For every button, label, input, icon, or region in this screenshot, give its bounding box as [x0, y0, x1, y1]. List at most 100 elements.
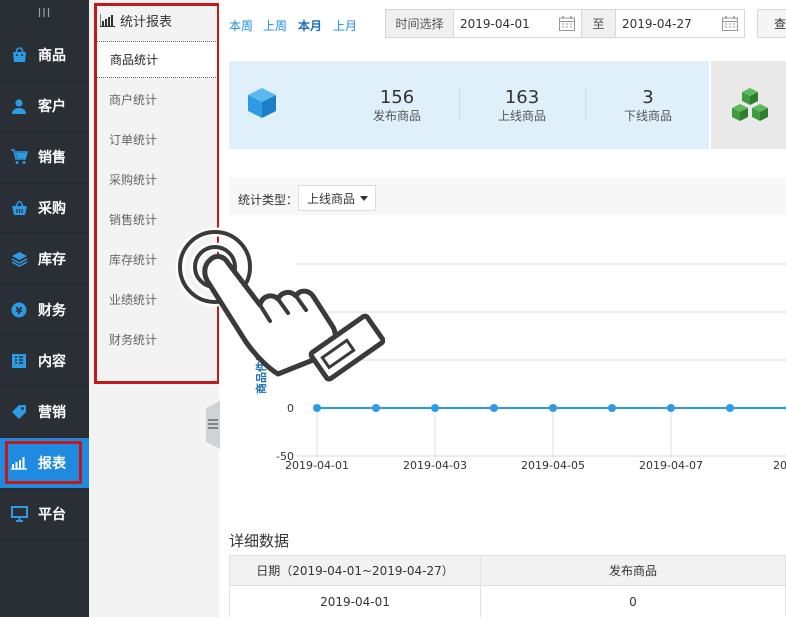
stat-published: 156 发布商品 — [337, 88, 457, 124]
column-header-published[interactable]: 发布商品 — [481, 556, 785, 585]
main-content: 本周 上周 本月 上月 时间选择 2019-04-01 至 2019-04-27… — [219, 0, 786, 617]
nav-item-purchase[interactable]: 采购 — [0, 183, 89, 234]
y-tick-label: 0 — [287, 402, 294, 415]
time-select-label: 时间选择 — [386, 10, 454, 37]
submenu-item-inventory-stats[interactable]: 库存统计 — [94, 241, 218, 278]
column-header-date[interactable]: 日期（2019-04-01~2019-04-27） — [230, 556, 481, 585]
goods-summary-panel: 156 发布商品 163 上线商品 3 下线商品 — [229, 61, 709, 149]
stat-online: 163 上线商品 — [462, 88, 582, 124]
stat-label: 下线商品 — [623, 109, 672, 123]
stat-label: 发布商品 — [372, 109, 421, 123]
nav-item-content[interactable]: 内容 — [0, 336, 89, 387]
end-date-input[interactable]: 2019-04-27 — [616, 10, 744, 37]
user-icon — [10, 97, 28, 115]
stat-type-select[interactable]: 上线商品 — [298, 185, 376, 211]
monitor-icon — [10, 505, 28, 523]
data-point — [608, 404, 616, 412]
table-cell: 2019-04-01 — [230, 586, 481, 617]
stat-value: 163 — [504, 87, 540, 108]
sidebar-toggle[interactable]: III — [0, 0, 89, 30]
submenu-item-goods-stats[interactable]: 商品统计 — [94, 41, 218, 78]
detail-table: 日期（2019-04-01~2019-04-27） 发布商品 2019-04-0… — [229, 555, 786, 617]
stat-value: 3 — [642, 87, 654, 108]
submenu-item-performance-stats[interactable]: 业绩统计 — [94, 281, 218, 318]
submenu-item-purchase-stats[interactable]: 采购统计 — [94, 161, 218, 198]
nav-item-label: 库存 — [38, 252, 66, 268]
x-tick-label: 2019-04-05 — [521, 459, 585, 472]
range-last-week[interactable]: 上周 — [263, 17, 287, 34]
cart-icon — [10, 148, 28, 166]
range-this-week[interactable]: 本周 — [229, 17, 253, 34]
cubes-icon — [731, 87, 769, 126]
nav-item-label: 客户 — [38, 99, 66, 115]
nav-item-label: 营销 — [38, 405, 66, 421]
calendar-icon[interactable] — [722, 16, 738, 34]
query-button[interactable]: 查 — [757, 9, 786, 38]
submenu-item-sales-stats[interactable]: 销售统计 — [94, 201, 218, 238]
x-tick-label: 2019-04-07 — [639, 459, 703, 472]
tag-icon — [10, 403, 28, 421]
nav-item-finance[interactable]: ¥ 财务 — [0, 285, 89, 336]
submenu-item-merchant-stats[interactable]: 商户统计 — [94, 81, 218, 118]
document-icon — [10, 352, 28, 370]
y-axis-label: 商品件数 — [254, 349, 268, 394]
chevron-down-icon — [360, 195, 369, 201]
nav-item-sales[interactable]: 销售 — [0, 132, 89, 183]
nav-item-inventory[interactable]: 库存 — [0, 234, 89, 285]
data-point — [372, 404, 380, 412]
basket-icon — [10, 199, 28, 217]
nav-item-label: 销售 — [38, 150, 66, 166]
x-tick-label: 2019- — [773, 459, 786, 472]
nav-item-platform[interactable]: 平台 — [0, 489, 89, 540]
nav-item-marketing[interactable]: 营销 — [0, 387, 89, 438]
submenu-item-finance-stats[interactable]: 财务统计 — [94, 321, 218, 358]
calendar-icon[interactable] — [559, 16, 575, 34]
grid-icon — [208, 418, 218, 432]
table-cell: 0 — [629, 595, 637, 609]
bar-chart-icon — [10, 454, 28, 472]
data-point — [726, 404, 734, 412]
shopping-bag-icon — [10, 46, 28, 64]
submenu-collapse-handle[interactable] — [206, 401, 220, 449]
end-date-value: 2019-04-27 — [622, 16, 692, 31]
stat-label: 上线商品 — [497, 109, 546, 123]
data-point — [549, 404, 557, 412]
stat-divider — [585, 87, 586, 121]
submenu-title: 统计报表 — [100, 6, 172, 34]
data-point — [313, 404, 321, 412]
table-header: 日期（2019-04-01~2019-04-27） 发布商品 — [229, 555, 786, 586]
nav-item-label: 财务 — [38, 303, 66, 319]
svg-text:¥: ¥ — [16, 306, 23, 317]
submenu-title-label: 统计报表 — [120, 14, 173, 30]
stat-type-label: 统计类型： — [238, 193, 299, 207]
main-sidebar: III 商品 客户 销售 采购 库存 ¥ 财务 内容 营销 报表 平台 — [0, 0, 89, 617]
layers-icon — [10, 250, 28, 268]
table-row: 2019-04-01 0 — [229, 586, 786, 617]
nav-item-label: 内容 — [38, 354, 66, 370]
data-point — [667, 404, 675, 412]
data-point — [490, 404, 498, 412]
range-last-month[interactable]: 上月 — [333, 17, 357, 34]
secondary-summary-panel — [711, 61, 786, 149]
nav-item-label: 平台 — [38, 507, 66, 523]
nav-item-goods[interactable]: 商品 — [0, 30, 89, 81]
stat-type-value: 上线商品 — [307, 191, 356, 206]
report-submenu: 统计报表 商品统计 商户统计 订单统计 采购统计 销售统计 库存统计 业绩统计 … — [89, 0, 219, 617]
date-toolbar: 本周 上周 本月 上月 时间选择 2019-04-01 至 2019-04-27… — [219, 0, 786, 46]
nav-item-reports[interactable]: 报表 — [0, 438, 89, 489]
date-range-picker: 时间选择 2019-04-01 至 2019-04-27 — [385, 9, 745, 38]
bar-chart-icon — [100, 13, 115, 27]
to-label: 至 — [582, 10, 616, 37]
x-tick-label: 2019-04-03 — [403, 459, 467, 472]
y-tick-label: 50 — [280, 354, 294, 367]
stat-value: 156 — [379, 87, 415, 108]
nav-item-label: 采购 — [38, 201, 66, 217]
nav-item-label: 商品 — [38, 48, 66, 64]
nav-item-customer[interactable]: 客户 — [0, 81, 89, 132]
filter-bar: 统计类型： 上线商品 — [229, 178, 786, 215]
submenu-item-order-stats[interactable]: 订单统计 — [94, 121, 218, 158]
start-date-input[interactable]: 2019-04-01 — [454, 10, 582, 37]
stat-offline: 3 下线商品 — [588, 88, 708, 124]
yen-coin-icon: ¥ — [10, 301, 28, 319]
range-this-month[interactable]: 本月 — [298, 17, 322, 34]
